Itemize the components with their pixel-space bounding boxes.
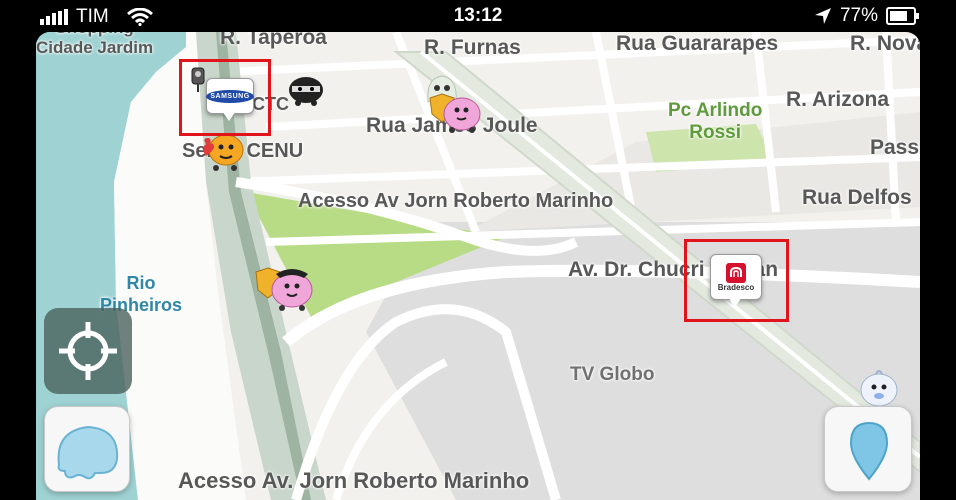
label-shopping-cidade-jardim: Shopping Cidade Jardim bbox=[36, 32, 154, 57]
status-bar: TIM 13:12 77% bbox=[0, 0, 956, 32]
wazer-pink-shield-icon-2[interactable] bbox=[254, 264, 316, 312]
label-acesso-av-jorn-2: Acesso Av. Jorn Roberto Marinho bbox=[178, 468, 530, 493]
wazer-orange-love-icon[interactable] bbox=[200, 132, 246, 172]
status-time: 13:12 bbox=[453, 5, 503, 26]
status-right: 77% bbox=[814, 5, 920, 27]
label-r-nova: R. Nova bbox=[850, 32, 920, 55]
label-r-furnas: R. Furnas bbox=[424, 36, 521, 59]
location-arrow-icon bbox=[814, 8, 831, 24]
wazer-ninja-icon[interactable] bbox=[286, 72, 326, 106]
map-view[interactable]: Shopping Cidade Jardim R. Taperoá R. Fur… bbox=[36, 32, 920, 500]
recenter-button[interactable] bbox=[44, 308, 132, 394]
label-pass: Pass bbox=[870, 136, 920, 159]
highlight-box-samsung bbox=[179, 59, 271, 136]
label-rua-delfos: Rua Delfos bbox=[802, 186, 912, 209]
label-rua-guararapes: Rua Guararapes bbox=[616, 32, 779, 55]
report-button[interactable] bbox=[824, 406, 912, 492]
wazer-baby-icon[interactable] bbox=[856, 368, 902, 408]
highlight-box-bradesco bbox=[684, 239, 789, 322]
label-r-taperoa: R. Taperoá bbox=[220, 32, 327, 49]
label-tv-globo: TV Globo bbox=[570, 364, 655, 385]
label-r-arizona: R. Arizona bbox=[786, 88, 890, 111]
waze-menu-icon bbox=[57, 425, 119, 480]
report-pin-icon bbox=[849, 421, 889, 481]
wazer-pink-shield-icon[interactable] bbox=[428, 90, 484, 134]
label-acesso-av-jorn-1: Acesso Av Jorn Roberto Marinho bbox=[298, 190, 614, 212]
battery-icon bbox=[886, 7, 919, 25]
crosshair-icon bbox=[59, 322, 117, 380]
battery-percent: 77% bbox=[839, 5, 878, 26]
waze-menu-button[interactable] bbox=[44, 406, 130, 492]
label-pc-arlindo-rossi: Pc Arlindo Rossi bbox=[668, 100, 763, 143]
